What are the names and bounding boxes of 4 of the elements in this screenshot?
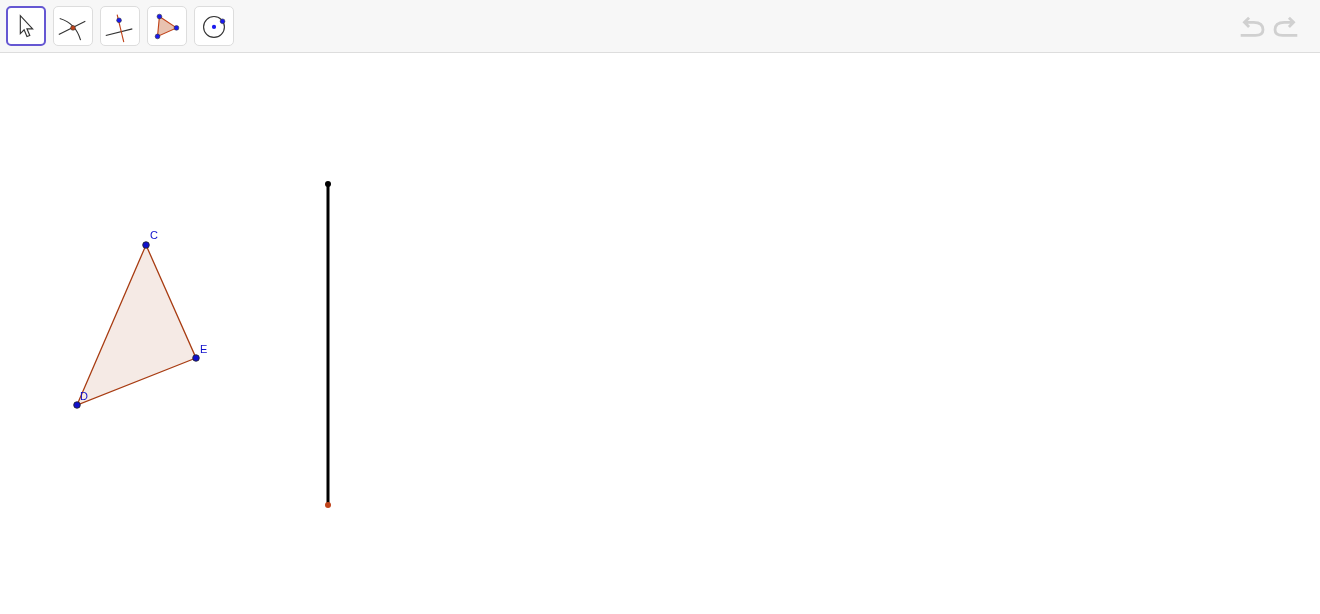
tool-button[interactable] [6,6,46,46]
point-label: C [150,229,158,241]
point-label: E [200,343,208,355]
point[interactable] [325,181,331,187]
